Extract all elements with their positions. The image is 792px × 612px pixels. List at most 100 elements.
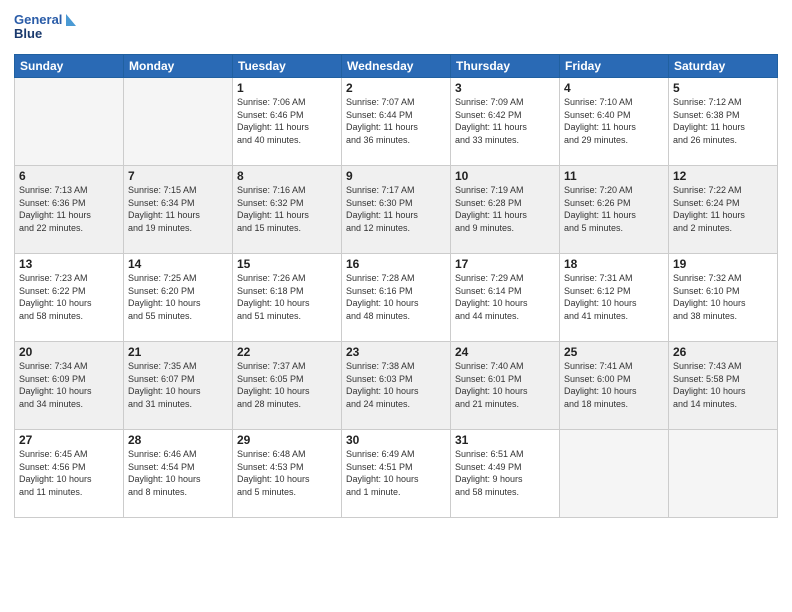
day-number: 2 [346, 81, 446, 95]
calendar-day-cell [15, 78, 124, 166]
weekday-header: Monday [124, 55, 233, 78]
day-number: 25 [564, 345, 664, 359]
calendar-week-row: 27Sunrise: 6:45 AM Sunset: 4:56 PM Dayli… [15, 430, 778, 518]
day-info: Sunrise: 7:35 AM Sunset: 6:07 PM Dayligh… [128, 360, 228, 410]
calendar-day-cell: 25Sunrise: 7:41 AM Sunset: 6:00 PM Dayli… [560, 342, 669, 430]
day-number: 1 [237, 81, 337, 95]
day-info: Sunrise: 7:43 AM Sunset: 5:58 PM Dayligh… [673, 360, 773, 410]
calendar-day-cell: 16Sunrise: 7:28 AM Sunset: 6:16 PM Dayli… [342, 254, 451, 342]
day-number: 29 [237, 433, 337, 447]
day-info: Sunrise: 6:51 AM Sunset: 4:49 PM Dayligh… [455, 448, 555, 498]
calendar-day-cell: 14Sunrise: 7:25 AM Sunset: 6:20 PM Dayli… [124, 254, 233, 342]
day-number: 31 [455, 433, 555, 447]
weekday-header: Wednesday [342, 55, 451, 78]
day-info: Sunrise: 7:38 AM Sunset: 6:03 PM Dayligh… [346, 360, 446, 410]
calendar-day-cell [560, 430, 669, 518]
day-info: Sunrise: 7:37 AM Sunset: 6:05 PM Dayligh… [237, 360, 337, 410]
weekday-header: Friday [560, 55, 669, 78]
day-info: Sunrise: 7:16 AM Sunset: 6:32 PM Dayligh… [237, 184, 337, 234]
day-info: Sunrise: 7:10 AM Sunset: 6:40 PM Dayligh… [564, 96, 664, 146]
day-info: Sunrise: 7:29 AM Sunset: 6:14 PM Dayligh… [455, 272, 555, 322]
calendar-day-cell: 26Sunrise: 7:43 AM Sunset: 5:58 PM Dayli… [669, 342, 778, 430]
calendar-day-cell: 12Sunrise: 7:22 AM Sunset: 6:24 PM Dayli… [669, 166, 778, 254]
day-info: Sunrise: 7:25 AM Sunset: 6:20 PM Dayligh… [128, 272, 228, 322]
day-number: 18 [564, 257, 664, 271]
day-number: 28 [128, 433, 228, 447]
day-info: Sunrise: 7:31 AM Sunset: 6:12 PM Dayligh… [564, 272, 664, 322]
day-info: Sunrise: 6:49 AM Sunset: 4:51 PM Dayligh… [346, 448, 446, 498]
logo: GeneralBlue [14, 10, 84, 46]
day-number: 11 [564, 169, 664, 183]
day-info: Sunrise: 7:26 AM Sunset: 6:18 PM Dayligh… [237, 272, 337, 322]
day-number: 23 [346, 345, 446, 359]
day-number: 9 [346, 169, 446, 183]
day-info: Sunrise: 7:15 AM Sunset: 6:34 PM Dayligh… [128, 184, 228, 234]
calendar-week-row: 20Sunrise: 7:34 AM Sunset: 6:09 PM Dayli… [15, 342, 778, 430]
svg-text:Blue: Blue [14, 26, 42, 41]
day-info: Sunrise: 7:17 AM Sunset: 6:30 PM Dayligh… [346, 184, 446, 234]
calendar-day-cell: 8Sunrise: 7:16 AM Sunset: 6:32 PM Daylig… [233, 166, 342, 254]
calendar-day-cell: 3Sunrise: 7:09 AM Sunset: 6:42 PM Daylig… [451, 78, 560, 166]
day-number: 6 [19, 169, 119, 183]
calendar-day-cell: 19Sunrise: 7:32 AM Sunset: 6:10 PM Dayli… [669, 254, 778, 342]
day-info: Sunrise: 7:06 AM Sunset: 6:46 PM Dayligh… [237, 96, 337, 146]
calendar-day-cell: 4Sunrise: 7:10 AM Sunset: 6:40 PM Daylig… [560, 78, 669, 166]
day-number: 17 [455, 257, 555, 271]
day-info: Sunrise: 7:19 AM Sunset: 6:28 PM Dayligh… [455, 184, 555, 234]
calendar-day-cell: 17Sunrise: 7:29 AM Sunset: 6:14 PM Dayli… [451, 254, 560, 342]
calendar-day-cell: 18Sunrise: 7:31 AM Sunset: 6:12 PM Dayli… [560, 254, 669, 342]
day-number: 26 [673, 345, 773, 359]
calendar-day-cell: 1Sunrise: 7:06 AM Sunset: 6:46 PM Daylig… [233, 78, 342, 166]
day-number: 16 [346, 257, 446, 271]
weekday-header: Tuesday [233, 55, 342, 78]
day-info: Sunrise: 6:48 AM Sunset: 4:53 PM Dayligh… [237, 448, 337, 498]
day-info: Sunrise: 7:40 AM Sunset: 6:01 PM Dayligh… [455, 360, 555, 410]
weekday-header: Thursday [451, 55, 560, 78]
header: GeneralBlue [14, 10, 778, 46]
calendar-day-cell: 24Sunrise: 7:40 AM Sunset: 6:01 PM Dayli… [451, 342, 560, 430]
day-info: Sunrise: 7:20 AM Sunset: 6:26 PM Dayligh… [564, 184, 664, 234]
calendar-day-cell: 28Sunrise: 6:46 AM Sunset: 4:54 PM Dayli… [124, 430, 233, 518]
calendar-day-cell: 22Sunrise: 7:37 AM Sunset: 6:05 PM Dayli… [233, 342, 342, 430]
day-number: 7 [128, 169, 228, 183]
weekday-header: Saturday [669, 55, 778, 78]
day-number: 30 [346, 433, 446, 447]
day-number: 12 [673, 169, 773, 183]
day-number: 24 [455, 345, 555, 359]
day-info: Sunrise: 7:23 AM Sunset: 6:22 PM Dayligh… [19, 272, 119, 322]
calendar-day-cell: 9Sunrise: 7:17 AM Sunset: 6:30 PM Daylig… [342, 166, 451, 254]
day-info: Sunrise: 6:45 AM Sunset: 4:56 PM Dayligh… [19, 448, 119, 498]
day-number: 14 [128, 257, 228, 271]
day-number: 4 [564, 81, 664, 95]
day-info: Sunrise: 7:41 AM Sunset: 6:00 PM Dayligh… [564, 360, 664, 410]
day-info: Sunrise: 7:28 AM Sunset: 6:16 PM Dayligh… [346, 272, 446, 322]
calendar-day-cell: 20Sunrise: 7:34 AM Sunset: 6:09 PM Dayli… [15, 342, 124, 430]
weekday-header-row: SundayMondayTuesdayWednesdayThursdayFrid… [15, 55, 778, 78]
calendar-day-cell: 29Sunrise: 6:48 AM Sunset: 4:53 PM Dayli… [233, 430, 342, 518]
calendar-day-cell: 11Sunrise: 7:20 AM Sunset: 6:26 PM Dayli… [560, 166, 669, 254]
calendar-day-cell: 30Sunrise: 6:49 AM Sunset: 4:51 PM Dayli… [342, 430, 451, 518]
calendar-week-row: 1Sunrise: 7:06 AM Sunset: 6:46 PM Daylig… [15, 78, 778, 166]
calendar-day-cell: 15Sunrise: 7:26 AM Sunset: 6:18 PM Dayli… [233, 254, 342, 342]
day-number: 15 [237, 257, 337, 271]
day-info: Sunrise: 7:09 AM Sunset: 6:42 PM Dayligh… [455, 96, 555, 146]
calendar-day-cell: 5Sunrise: 7:12 AM Sunset: 6:38 PM Daylig… [669, 78, 778, 166]
calendar-day-cell: 23Sunrise: 7:38 AM Sunset: 6:03 PM Dayli… [342, 342, 451, 430]
day-number: 13 [19, 257, 119, 271]
logo-svg: GeneralBlue [14, 10, 84, 46]
day-number: 22 [237, 345, 337, 359]
day-info: Sunrise: 7:07 AM Sunset: 6:44 PM Dayligh… [346, 96, 446, 146]
day-number: 27 [19, 433, 119, 447]
calendar-table: SundayMondayTuesdayWednesdayThursdayFrid… [14, 54, 778, 518]
day-info: Sunrise: 7:12 AM Sunset: 6:38 PM Dayligh… [673, 96, 773, 146]
day-number: 20 [19, 345, 119, 359]
day-number: 3 [455, 81, 555, 95]
day-info: Sunrise: 6:46 AM Sunset: 4:54 PM Dayligh… [128, 448, 228, 498]
calendar-day-cell: 10Sunrise: 7:19 AM Sunset: 6:28 PM Dayli… [451, 166, 560, 254]
calendar-day-cell: 27Sunrise: 6:45 AM Sunset: 4:56 PM Dayli… [15, 430, 124, 518]
day-number: 10 [455, 169, 555, 183]
calendar-day-cell [669, 430, 778, 518]
day-info: Sunrise: 7:22 AM Sunset: 6:24 PM Dayligh… [673, 184, 773, 234]
calendar-day-cell: 7Sunrise: 7:15 AM Sunset: 6:34 PM Daylig… [124, 166, 233, 254]
calendar-day-cell: 31Sunrise: 6:51 AM Sunset: 4:49 PM Dayli… [451, 430, 560, 518]
